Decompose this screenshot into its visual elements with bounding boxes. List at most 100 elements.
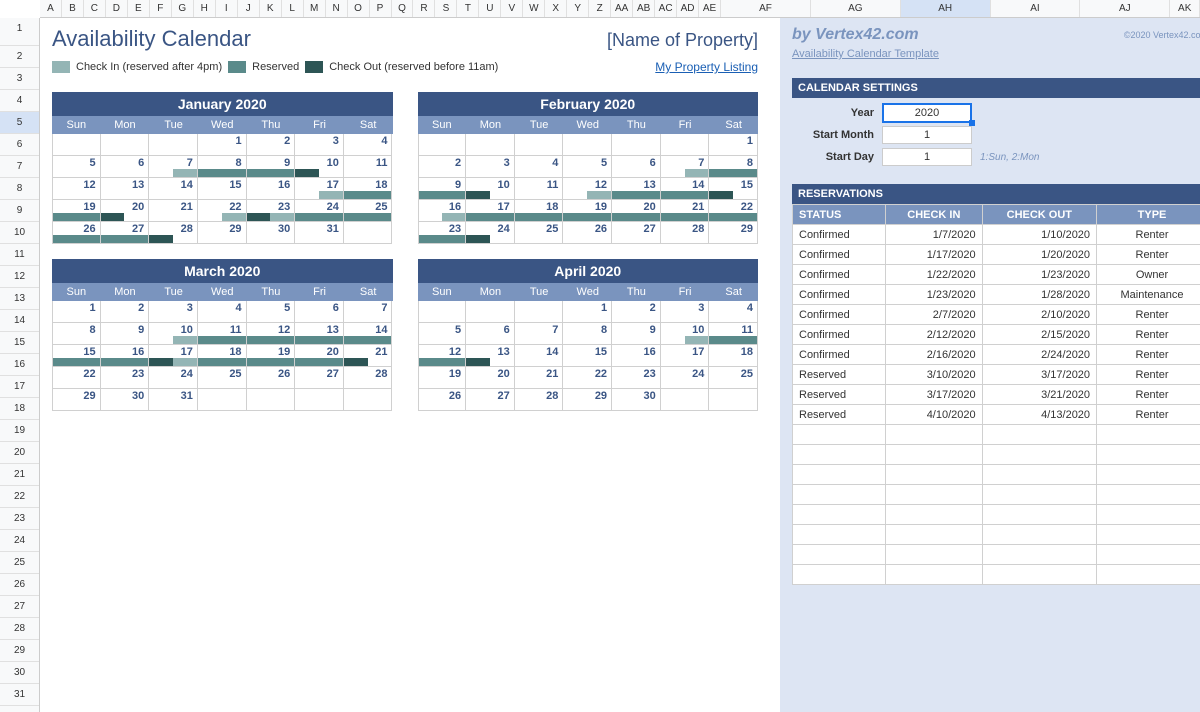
day-cell[interactable]: 23 [418, 222, 467, 244]
checkin-cell[interactable]: 1/17/2020 [886, 245, 983, 265]
day-cell[interactable]: 28 [661, 222, 710, 244]
type-cell[interactable]: Renter [1097, 325, 1200, 345]
day-cell[interactable]: 11 [515, 178, 564, 200]
column-header[interactable]: R [413, 0, 435, 17]
day-cell[interactable]: 10 [295, 156, 344, 178]
day-cell[interactable]: 22 [709, 200, 758, 222]
day-cell[interactable]: 18 [344, 178, 393, 200]
day-cell[interactable]: 15 [709, 178, 758, 200]
day-cell[interactable] [418, 301, 467, 323]
day-cell[interactable]: 29 [198, 222, 247, 244]
checkout-cell[interactable]: 3/17/2020 [982, 365, 1096, 385]
column-header[interactable]: G [172, 0, 194, 17]
day-cell[interactable]: 13 [612, 178, 661, 200]
column-header[interactable]: W [523, 0, 545, 17]
column-header[interactable]: AA [611, 0, 633, 17]
day-cell[interactable]: 21 [661, 200, 710, 222]
start-month-input[interactable]: 1 [882, 126, 972, 144]
day-cell[interactable]: 20 [101, 200, 150, 222]
day-cell[interactable]: 22 [52, 367, 101, 389]
day-cell[interactable]: 21 [344, 345, 393, 367]
day-cell[interactable]: 14 [515, 345, 564, 367]
status-cell[interactable]: Confirmed [793, 265, 886, 285]
day-cell[interactable]: 12 [247, 323, 296, 345]
row-header[interactable]: 25 [0, 552, 39, 574]
row-header[interactable]: 27 [0, 596, 39, 618]
column-header[interactable]: AF [721, 0, 811, 17]
row-header[interactable]: 20 [0, 442, 39, 464]
year-input[interactable]: 2020 [882, 103, 972, 123]
day-cell[interactable] [52, 134, 101, 156]
day-cell[interactable]: 30 [101, 389, 150, 411]
day-cell[interactable]: 2 [247, 134, 296, 156]
day-cell[interactable]: 5 [418, 323, 467, 345]
day-cell[interactable]: 1 [563, 301, 612, 323]
day-cell[interactable] [563, 134, 612, 156]
type-cell[interactable]: Renter [1097, 245, 1200, 265]
day-cell[interactable]: 10 [466, 178, 515, 200]
column-header[interactable]: O [348, 0, 370, 17]
column-header[interactable]: V [501, 0, 523, 17]
row-header[interactable]: 2 [0, 46, 39, 68]
day-cell[interactable]: 6 [612, 156, 661, 178]
column-header[interactable]: T [457, 0, 479, 17]
row-header[interactable]: 17 [0, 376, 39, 398]
day-cell[interactable]: 11 [709, 323, 758, 345]
type-cell[interactable]: Renter [1097, 225, 1200, 245]
day-cell[interactable] [466, 134, 515, 156]
column-header[interactable]: AJ [1080, 0, 1170, 17]
empty-row[interactable] [793, 525, 1200, 545]
reservation-row[interactable]: Confirmed2/12/20202/15/2020Renter [793, 325, 1200, 345]
day-cell[interactable]: 27 [612, 222, 661, 244]
checkout-cell[interactable]: 2/10/2020 [982, 305, 1096, 325]
day-cell[interactable]: 29 [52, 389, 101, 411]
day-cell[interactable]: 25 [515, 222, 564, 244]
day-cell[interactable]: 24 [661, 367, 710, 389]
day-cell[interactable]: 25 [198, 367, 247, 389]
row-header[interactable]: 5 [0, 112, 39, 134]
column-header[interactable]: AK [1170, 0, 1200, 17]
day-cell[interactable]: 25 [344, 200, 393, 222]
checkin-cell[interactable]: 1/7/2020 [886, 225, 983, 245]
row-header[interactable]: 12 [0, 266, 39, 288]
day-cell[interactable]: 26 [247, 367, 296, 389]
day-cell[interactable] [661, 134, 710, 156]
checkin-cell[interactable]: 2/16/2020 [886, 345, 983, 365]
day-cell[interactable]: 13 [466, 345, 515, 367]
day-cell[interactable] [198, 389, 247, 411]
day-cell[interactable]: 1 [198, 134, 247, 156]
day-cell[interactable]: 27 [466, 389, 515, 411]
row-header[interactable]: 6 [0, 134, 39, 156]
column-header[interactable]: B [62, 0, 84, 17]
day-cell[interactable]: 17 [149, 345, 198, 367]
checkout-cell[interactable]: 3/21/2020 [982, 385, 1096, 405]
checkout-cell[interactable]: 2/15/2020 [982, 325, 1096, 345]
day-cell[interactable]: 22 [563, 367, 612, 389]
day-cell[interactable] [709, 389, 758, 411]
day-cell[interactable]: 9 [418, 178, 467, 200]
empty-row[interactable] [793, 505, 1200, 525]
column-header[interactable]: X [545, 0, 567, 17]
day-cell[interactable]: 29 [709, 222, 758, 244]
row-header[interactable]: 14 [0, 310, 39, 332]
day-cell[interactable]: 9 [101, 323, 150, 345]
day-cell[interactable]: 14 [661, 178, 710, 200]
day-cell[interactable]: 7 [149, 156, 198, 178]
day-cell[interactable]: 23 [101, 367, 150, 389]
template-link[interactable]: Availability Calendar Template [792, 48, 1200, 60]
day-cell[interactable]: 12 [418, 345, 467, 367]
row-header[interactable]: 3 [0, 68, 39, 90]
checkin-cell[interactable]: 2/12/2020 [886, 325, 983, 345]
day-cell[interactable]: 5 [563, 156, 612, 178]
reservation-row[interactable]: Confirmed1/17/20201/20/2020Renter [793, 245, 1200, 265]
type-cell[interactable]: Maintenance [1097, 285, 1200, 305]
day-cell[interactable]: 24 [149, 367, 198, 389]
status-cell[interactable]: Confirmed [793, 305, 886, 325]
status-cell[interactable]: Confirmed [793, 345, 886, 365]
day-cell[interactable]: 8 [563, 323, 612, 345]
day-cell[interactable]: 23 [247, 200, 296, 222]
day-cell[interactable]: 18 [515, 200, 564, 222]
empty-row[interactable] [793, 445, 1200, 465]
column-header[interactable]: A [40, 0, 62, 17]
checkin-cell[interactable]: 1/22/2020 [886, 265, 983, 285]
